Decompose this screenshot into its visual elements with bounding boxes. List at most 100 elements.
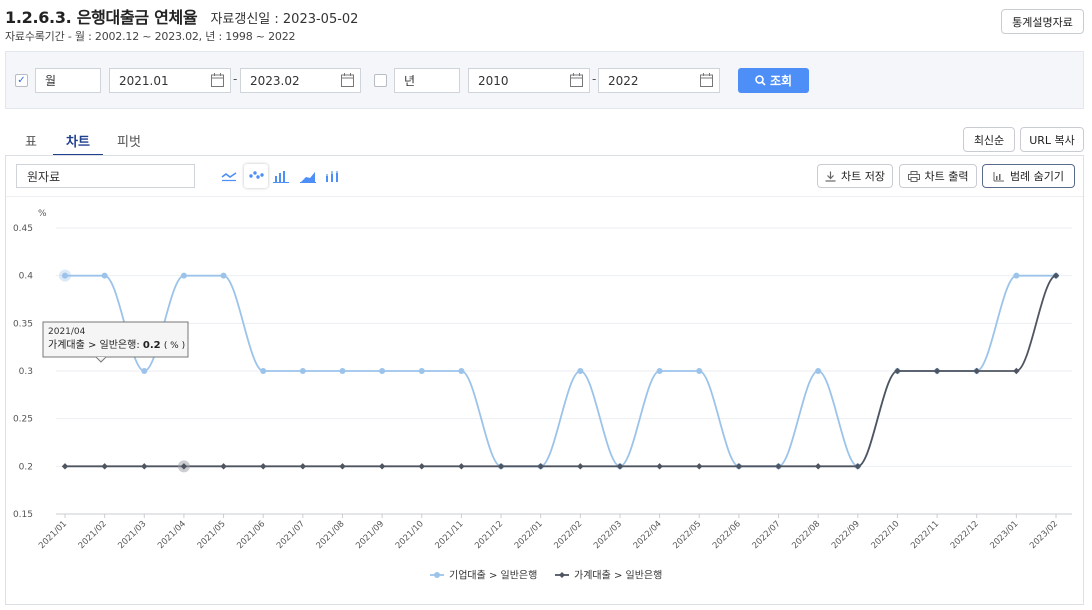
area-chart-icon[interactable] — [296, 164, 320, 188]
tooltip-pointer — [95, 356, 107, 363]
legend-toggle-button[interactable]: 범례 숨기기 — [982, 164, 1075, 188]
chart-legend: 기업대출 > 일반은행 가계대출 > 일반은행 — [430, 569, 662, 582]
data-point[interactable] — [894, 367, 901, 375]
data-point[interactable] — [180, 272, 187, 279]
data-point[interactable] — [537, 463, 544, 470]
y-tick-label: 0.45 — [13, 224, 33, 234]
data-point[interactable] — [497, 463, 505, 470]
monthly-from-input[interactable]: 2021.01 — [109, 68, 231, 93]
monthly-checkbox[interactable]: ✓ — [15, 74, 28, 87]
tooltip-value-line: 가계대출 > 일반은행: 0.2 ( % ) — [48, 339, 185, 351]
data-point[interactable] — [141, 463, 148, 470]
x-tick-label: 2021/06 — [235, 519, 267, 551]
data-point[interactable] — [299, 368, 306, 374]
data-point[interactable] — [1052, 272, 1060, 279]
tooltip-date: 2021/04 — [48, 327, 86, 337]
data-point[interactable] — [775, 463, 782, 470]
data-point[interactable] — [379, 368, 386, 374]
stats-description-button[interactable]: 통계설명자료 — [1001, 9, 1084, 34]
data-point[interactable] — [577, 463, 584, 470]
x-tick-label: 2021/10 — [394, 519, 426, 551]
url-copy-button[interactable]: URL 복사 — [1020, 127, 1084, 152]
calendar-icon[interactable] — [341, 73, 354, 87]
data-point[interactable] — [418, 463, 425, 470]
data-point[interactable] — [696, 368, 703, 374]
legend-marker — [559, 572, 565, 578]
calendar-icon[interactable] — [211, 73, 224, 87]
calendar-icon[interactable] — [570, 73, 583, 87]
data-point[interactable] — [814, 463, 822, 470]
chart-print-button[interactable]: 차트 출력 — [899, 164, 977, 188]
data-point[interactable] — [101, 463, 108, 470]
monthly-to-input[interactable]: 2023.02 — [240, 68, 361, 93]
data-point[interactable] — [220, 272, 227, 279]
chart-tooltip: 2021/04 가계대출 > 일반은행: 0.2 ( % ) — [42, 321, 189, 363]
yearly-checkbox[interactable] — [374, 74, 387, 87]
yearly-to-input[interactable]: 2022 — [598, 68, 720, 93]
x-tick-label: 2022/12 — [949, 519, 981, 551]
scatter-chart-icon[interactable] — [244, 164, 268, 188]
x-tick-label: 2021/03 — [116, 519, 148, 551]
line-chart-icon[interactable] — [217, 164, 241, 188]
yearly-from-input[interactable]: 2010 — [468, 68, 590, 93]
data-point[interactable] — [61, 463, 69, 470]
x-tick-label: 2022/05 — [671, 519, 703, 551]
data-point[interactable] — [696, 463, 703, 470]
bar-chart-icon[interactable] — [269, 164, 293, 188]
x-tick-label: 2021/09 — [354, 519, 386, 551]
data-point[interactable] — [656, 463, 663, 470]
legend-marker — [434, 572, 440, 578]
line-chart: % 0.150.20.250.30.350.40.45 2021/01 2021/… — [13, 209, 1072, 582]
data-point[interactable] — [299, 463, 307, 470]
chart-toolbar: 원자료 차트 저장 차트 출력 범례 숨기기 — [6, 156, 1083, 197]
legend-item[interactable]: 가계대출 > 일반은행 — [555, 570, 662, 582]
chart-panel: 원자료 차트 저장 차트 출력 범례 숨기기 % 0.15 0.2 0.25 0… — [5, 155, 1084, 605]
data-point[interactable] — [577, 368, 584, 374]
page-title: 1.2.6.3. 은행대출금 연체율 — [5, 8, 198, 27]
yearly-to-value: 2022 — [608, 73, 639, 88]
x-tick-label: 2022/02 — [552, 519, 584, 551]
data-point[interactable] — [260, 368, 267, 374]
data-point[interactable] — [339, 368, 346, 374]
latest-order-button[interactable]: 최신순 — [963, 127, 1015, 152]
data-point[interactable] — [378, 463, 386, 470]
data-point[interactable] — [1013, 272, 1020, 279]
data-point[interactable] — [854, 463, 861, 470]
data-point[interactable] — [815, 368, 822, 374]
data-point[interactable] — [220, 463, 227, 470]
data-point[interactable] — [101, 272, 108, 279]
tab-pivot[interactable]: 피벗 — [109, 126, 149, 154]
x-tick-label: 2022/10 — [870, 519, 902, 551]
data-point[interactable] — [933, 367, 941, 375]
calendar-icon[interactable] — [700, 73, 713, 87]
search-button[interactable]: 조회 — [738, 68, 809, 93]
x-tick-label: 2022/04 — [632, 519, 664, 551]
tab-table[interactable]: 표 — [17, 126, 45, 154]
data-point[interactable] — [141, 368, 148, 374]
data-point[interactable] — [1013, 367, 1020, 375]
data-point[interactable] — [458, 463, 465, 470]
stacked-bar-chart-icon[interactable] — [320, 164, 344, 188]
y-tick-label: 0.2 — [19, 462, 33, 472]
data-point[interactable] — [616, 463, 624, 470]
data-type-select[interactable]: 원자료 — [16, 164, 195, 188]
monthly-to-value: 2023.02 — [250, 73, 300, 88]
data-point[interactable] — [418, 368, 425, 374]
data-period: 자료수록기간 - 월 : 2002.12 ~ 2023.02, 년 : 1998… — [5, 30, 296, 43]
tab-chart[interactable]: 차트 — [53, 126, 103, 156]
data-point[interactable] — [458, 368, 465, 374]
x-tick-label: 2022/11 — [909, 519, 941, 551]
data-point[interactable] — [339, 463, 346, 470]
data-point[interactable] — [260, 463, 267, 470]
x-tick-label: 2021/12 — [473, 519, 505, 551]
data-point[interactable] — [62, 272, 68, 279]
data-point[interactable] — [735, 463, 743, 470]
search-button-label: 조회 — [769, 74, 793, 88]
legend-icon — [993, 171, 1004, 181]
data-point[interactable] — [973, 367, 980, 375]
legend-item[interactable]: 기업대출 > 일반은행 — [430, 569, 537, 582]
range-dash: - — [592, 72, 597, 86]
data-point[interactable] — [656, 368, 663, 374]
tooltip-series: 가계대출 > 일반은행 — [48, 339, 136, 351]
chart-save-button[interactable]: 차트 저장 — [817, 164, 893, 188]
